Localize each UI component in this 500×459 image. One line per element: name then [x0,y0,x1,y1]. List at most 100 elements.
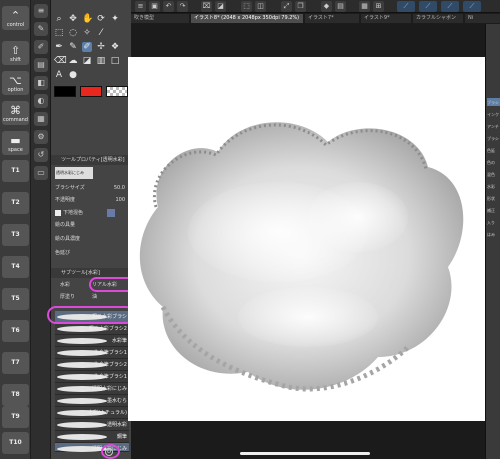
brush-row[interactable]: 粗め水彩ブラシ2 [55,323,129,335]
ruler-snap-icon[interactable]: ⟋ [397,1,415,12]
checkbox-icon[interactable] [55,209,61,216]
line-snap-icon[interactable]: ⟋ [441,1,459,12]
fill-icon[interactable]: ◪ [215,1,226,12]
paint-icon[interactable]: ◆ [321,1,332,12]
sparkle-icon[interactable]: ✦ [110,14,120,24]
option-key[interactable]: ⌥ option [2,71,29,95]
sub-color-swatch[interactable] [80,86,102,97]
pen-icon[interactable]: ✎ [34,22,48,36]
pencil-tool-icon[interactable]: ✎ [68,42,78,52]
tablet-key-t9[interactable]: T9 [2,406,29,428]
subtool-settings-icon[interactable]: ⚙ [105,448,113,456]
command-key[interactable]: ⌘ command [2,101,29,125]
control-key[interactable]: ⌃ control [2,6,29,30]
history-icon[interactable]: ↺ [34,148,48,162]
tablet-key-t6[interactable]: T6 [2,320,29,342]
transparent-swatch[interactable] [106,86,128,97]
tab-doc[interactable]: イラスト9* [361,14,411,23]
brush-row[interactable]: 水彩(ナチュラル) [55,407,129,419]
tab-doc[interactable]: 吹き模型 [131,14,189,23]
airbrush-icon[interactable]: ✢ [96,42,106,52]
tab-doc-active[interactable]: イラスト8* (2048 x 2048px 350dpi 79.2%) [191,14,303,23]
settings-icon[interactable]: ⚙ [34,130,48,144]
brush-row[interactable]: 生命筆ブラシ1 [55,347,129,359]
space-key[interactable]: ▬ space [2,131,29,155]
tab-doc[interactable]: カラフルシャボン [413,14,463,23]
color-icon[interactable]: ◐ [34,94,48,108]
perspective-snap-icon[interactable]: ⟋ [463,1,481,12]
figure-icon[interactable]: □ [110,56,120,66]
brush-icon[interactable]: ✐ [34,40,48,54]
lasso-icon[interactable]: ◌ [68,28,78,38]
group-oil[interactable]: 油 [92,293,132,302]
pen-tool-icon[interactable]: ✒ [54,42,64,52]
balloon-icon[interactable]: ● [68,70,78,80]
invert-icon[interactable]: ◫ [255,1,266,12]
prop-opacity[interactable]: 不透明度 100 [55,196,127,205]
deselect-icon[interactable]: ⬚ [241,1,252,12]
tablet-key-t10[interactable]: T10 [2,432,29,454]
brush-row[interactable]: 透明水彩 [55,419,129,431]
blend-icon[interactable]: ☁ [68,56,78,66]
brush-row[interactable]: 鋼筆 [55,431,129,443]
highlight-brush-row [47,306,135,324]
material-icon[interactable]: ▦ [34,112,48,126]
layer-icon[interactable]: ▤ [34,58,48,72]
tablet-key-t8[interactable]: T8 [2,384,29,406]
brush-row[interactable]: 透明水彩にじみ [55,383,129,395]
menu-icon[interactable]: ≡ [135,1,146,12]
brush-row[interactable]: 墨水むら [55,395,129,407]
undo-icon[interactable]: ↶ [163,1,174,12]
brush-row[interactable]: 水彩筆 [55,335,129,347]
mix-mode-icon[interactable] [107,209,115,217]
group-watercolor[interactable]: 水彩 [60,281,88,290]
zoom-icon[interactable]: ⌕ [54,14,64,24]
snap-icon[interactable]: ⊞ [373,1,384,12]
group-impasto[interactable]: 厚塗り [60,293,88,302]
prop-paint-density[interactable]: 絵の具濃度 [55,235,127,244]
hand-icon[interactable]: ✋ [82,14,93,24]
prop-brush-size[interactable]: ブラシサイズ 50.0 [55,184,127,193]
tablet-key-t7[interactable]: T7 [2,352,29,374]
rotate-icon[interactable]: ⟳ [96,14,106,24]
grid-snap-icon[interactable]: ⟋ [419,1,437,12]
text-icon[interactable]: A [54,70,64,80]
fill-icon[interactable]: ◪ [82,56,92,66]
save-icon[interactable]: ▣ [149,1,160,12]
edge-keyboard: ⌃ control ⇧ shift ⌥ option ⌘ command ▬ space … [0,0,31,459]
tablet-key-t5[interactable]: T5 [2,288,29,310]
main-color-swatch[interactable] [54,86,76,97]
prop-color-stretch[interactable]: 色延び [55,249,127,258]
brush-tool-icon[interactable]: ✐ [82,42,92,52]
folder-icon[interactable]: ▭ [34,166,48,180]
tab-doc[interactable]: イラスト7* [305,14,359,23]
layer-icon[interactable]: ▤ [335,1,346,12]
tablet-key-t3[interactable]: T3 [2,224,29,246]
tablet-key-t1[interactable]: T1 [2,160,29,182]
move-icon[interactable]: ✥ [68,14,78,24]
drawing-canvas[interactable] [128,57,488,421]
brush-row[interactable]: 生命筆ブラシ2 [55,359,129,371]
tab-doc[interactable]: Ni [465,14,500,23]
decoration-icon[interactable]: ❖ [110,42,120,52]
navigator-icon[interactable]: ◧ [34,76,48,90]
prop-underlying-mix[interactable]: 下地混色 [55,209,127,218]
top-command-bar: ≡ ▣ ↶ ↷ ⌧ ◪ ⬚ ◫ ⤢ ❐ ◆ ▤ ▦ ⊞ ⟋ ⟋ ⟋ ⟋ [131,0,500,13]
transform-icon[interactable]: ⤢ [281,1,292,12]
document-tabs: 吹き模型 イラスト8* (2048 x 2048px 350dpi 79.2%)… [131,13,500,24]
eraser-icon[interactable]: ⌫ [54,56,67,66]
trash-icon[interactable]: ⌧ [201,1,212,12]
select-icon[interactable]: ⬚ [54,28,64,38]
redo-icon[interactable]: ↷ [177,1,188,12]
gradient-icon[interactable]: ▥ [96,56,106,66]
tablet-key-t4[interactable]: T4 [2,256,29,278]
shift-key[interactable]: ⇧ shift [2,41,29,65]
menu-icon[interactable]: ≡ [34,4,48,18]
copy-icon[interactable]: ❐ [295,1,306,12]
prop-paint-amount[interactable]: 絵の具量 [55,221,127,230]
selection-icon[interactable]: ▦ [359,1,370,12]
tablet-key-t2[interactable]: T2 [2,192,29,214]
eyedropper-icon[interactable]: ⁄ [96,28,106,38]
brush-row[interactable]: 生命筆ブラシ1 [55,371,129,383]
magic-wand-icon[interactable]: ✧ [82,28,92,38]
